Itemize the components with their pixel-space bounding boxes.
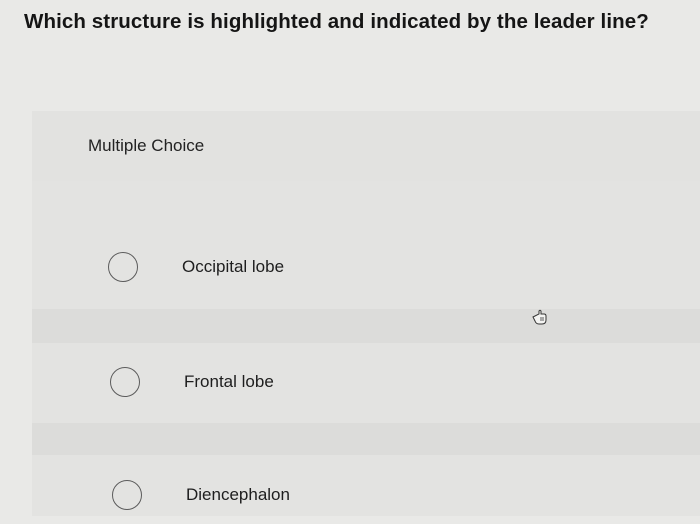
radio-button[interactable] bbox=[108, 252, 138, 282]
panel-header: Multiple Choice bbox=[32, 111, 700, 181]
radio-button[interactable] bbox=[110, 367, 140, 397]
question-text: Which structure is highlighted and indic… bbox=[24, 10, 649, 33]
divider-band bbox=[32, 309, 700, 343]
option-label[interactable]: Diencephalon bbox=[186, 485, 290, 505]
multiple-choice-panel: Multiple Choice bbox=[32, 111, 700, 516]
radio-button[interactable] bbox=[112, 480, 142, 510]
divider-band bbox=[32, 423, 700, 455]
option-diencephalon[interactable]: Diencephalon bbox=[0, 464, 668, 524]
option-label[interactable]: Occipital lobe bbox=[182, 257, 284, 277]
option-occipital-lobe[interactable]: Occipital lobe bbox=[0, 236, 668, 296]
hand-pointer-icon bbox=[532, 309, 547, 325]
multiple-choice-label: Multiple Choice bbox=[88, 136, 205, 155]
option-frontal-lobe[interactable]: Frontal lobe bbox=[0, 351, 668, 411]
option-label[interactable]: Frontal lobe bbox=[184, 372, 274, 392]
